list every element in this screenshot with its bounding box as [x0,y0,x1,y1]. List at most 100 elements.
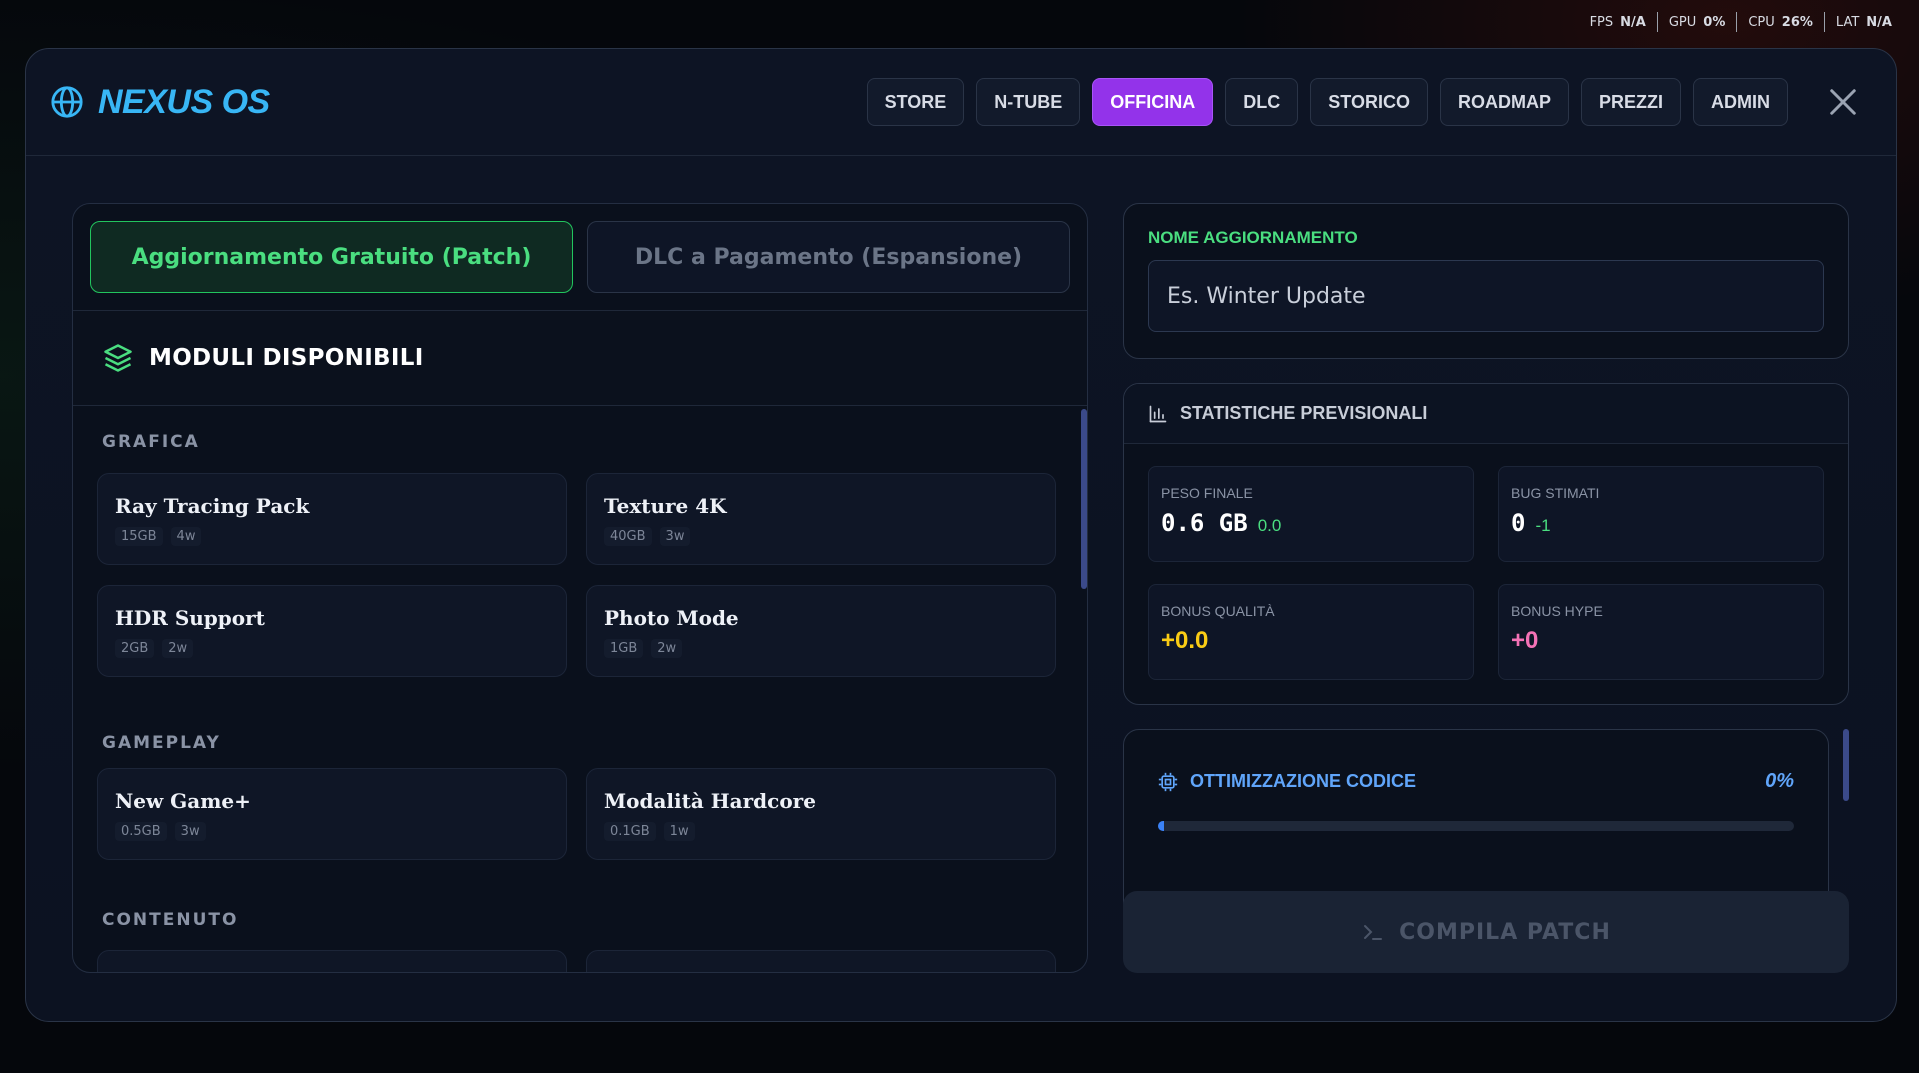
module-size: 2GB [115,639,155,658]
compile-patch-button[interactable]: COMPILA PATCH [1123,891,1849,973]
stat-value: 0 [1511,509,1526,537]
module-card[interactable]: Photo Mode 1GB 2w [586,585,1056,677]
nav-roadmap[interactable]: ROADMAP [1439,78,1569,126]
top-nav: STORE N-TUBE OFFICINA DLC STORICO ROADMA… [866,78,1788,126]
optimization-card: OTTIMIZZAZIONE CODICE 0% [1123,729,1829,915]
module-card[interactable]: Modalità Hardcore 0.1GB 1w [586,768,1056,860]
module-card[interactable]: HDR Support 2GB 2w [97,585,567,677]
module-size: 40GB [604,527,652,546]
category-title: CONTENUTO [102,910,239,930]
stat-fps: FPS N/A [1579,12,1657,32]
module-name: Texture 4K [604,494,727,518]
nav-admin[interactable]: ADMIN [1693,78,1788,126]
cpu-chip-icon [1158,772,1178,791]
module-time: 2w [162,639,194,658]
update-name-card: NOME AGGIORNAMENTO [1123,203,1849,359]
update-name-input[interactable] [1148,260,1824,332]
stat-value: 0% [1703,14,1726,30]
stat-label: LAT [1835,14,1860,30]
nav-storico[interactable]: STORICO [1310,78,1428,126]
module-card[interactable] [97,950,567,972]
module-size: 0.5GB [115,822,167,841]
scrollbar[interactable] [1843,729,1849,801]
module-time: 2w [651,639,683,658]
module-name: HDR Support [115,606,265,630]
nav-n-tube[interactable]: N-TUBE [976,78,1081,126]
nav-store[interactable]: STORE [866,78,965,126]
module-grid: Ray Tracing Pack 15GB 4w Texture 4K 40GB 3… [73,473,1087,677]
optimization-percent: 0% [1765,770,1794,792]
tab-free-patch[interactable]: Aggiornamento Gratuito (Patch) [90,221,573,293]
module-grid [73,950,1087,972]
optimization-progress-fill [1158,821,1165,831]
stat-label: CPU [1748,14,1775,30]
stat-label: FPS [1589,14,1614,30]
stat-bonus-hype: BONUS HYPE +0 [1498,584,1824,680]
stat-value: 26% [1781,14,1813,30]
stat-gpu: GPU 0% [1656,12,1737,32]
stat-label: BUG STIMATI [1511,485,1600,501]
update-type-tabs: Aggiornamento Gratuito (Patch) DLC a Pag… [73,204,1087,311]
stat-cpu: CPU 26% [1736,12,1824,32]
compile-label: COMPILA PATCH [1399,919,1611,945]
stat-label: PESO FINALE [1161,485,1253,501]
category-title: GAMEPLAY [102,733,221,753]
bar-chart-icon [1149,405,1167,422]
tab-paid-dlc[interactable]: DLC a Pagamento (Espansione) [587,221,1070,293]
stat-label: BONUS QUALITÀ [1161,603,1275,619]
module-time: 4w [170,527,202,546]
optimization-panel[interactable]: OTTIMIZZAZIONE CODICE 0% [1123,729,1849,915]
scrollbar[interactable] [1081,409,1087,589]
stat-value: N/A [1620,14,1646,30]
stat-peso-finale: PESO FINALE 0.6 GB 0.0 [1148,466,1474,562]
module-time: 3w [659,527,691,546]
module-name: Ray Tracing Pack [115,494,310,518]
module-size: 0.1GB [604,822,656,841]
module-card[interactable]: Texture 4K 40GB 3w [586,473,1056,565]
stats-title: STATISTICHE PREVISIONALI [1180,403,1428,423]
module-card[interactable] [586,950,1056,972]
nav-dlc[interactable]: DLC [1225,78,1299,126]
nav-officina[interactable]: OFFICINA [1092,78,1214,126]
module-size: 1GB [604,639,644,658]
layers-icon [104,344,132,372]
app-title: NEXUS OS [98,82,270,121]
stat-value: +0.0 [1161,627,1209,654]
stat-lat: LAT N/A [1823,12,1903,32]
module-size: 15GB [115,527,163,546]
titlebar: NEXUS OS STORE N-TUBE OFFICINA DLC STORI… [26,49,1896,156]
stats-card: STATISTICHE PREVISIONALI PESO FINALE 0.6… [1123,383,1849,705]
stat-value: 0.6 GB [1161,509,1248,537]
stat-label: BONUS HYPE [1511,603,1603,619]
modules-title: MODULI DISPONIBILI [149,345,424,371]
category-title: GRAFICA [102,432,200,452]
optimization-label: OTTIMIZZAZIONE CODICE [1190,771,1416,791]
modules-list[interactable]: GRAFICA Ray Tracing Pack 15GB 4w Texture … [73,406,1087,972]
module-name: New Game+ [115,789,251,813]
brand: NEXUS OS [50,83,270,122]
module-grid: New Game+ 0.5GB 3w Modalità Hardcore 0.1G… [73,768,1087,860]
stat-delta: 0.0 [1257,516,1282,535]
stat-delta: -1 [1535,516,1551,535]
modules-panel: Aggiornamento Gratuito (Patch) DLC a Pag… [72,203,1088,973]
optimization-progress-bar [1158,821,1794,831]
status-bar: FPS N/A GPU 0% CPU 26% LAT N/A [1579,12,1903,32]
nav-prezzi[interactable]: PREZZI [1580,78,1681,126]
terminal-icon [1364,925,1383,940]
stat-bug-stimati: BUG STIMATI 0 -1 [1498,466,1824,562]
globe-icon [51,86,83,118]
module-time: 1w [663,822,695,841]
stats-grid: PESO FINALE 0.6 GB 0.0 BUG STIMATI 0 -1 BO… [1124,444,1848,702]
module-card[interactable]: Ray Tracing Pack 15GB 4w [97,473,567,565]
stat-value: +0 [1511,627,1539,654]
module-name: Photo Mode [604,606,739,630]
module-time: 3w [174,822,206,841]
update-name-label: NOME AGGIORNAMENTO [1148,228,1358,247]
module-card[interactable]: New Game+ 0.5GB 3w [97,768,567,860]
stat-bonus-qualita: BONUS QUALITÀ +0.0 [1148,584,1474,680]
module-name: Modalità Hardcore [604,789,816,813]
stats-header: STATISTICHE PREVISIONALI [1124,384,1848,444]
stat-label: GPU [1668,14,1697,30]
modules-header: MODULI DISPONIBILI [73,311,1087,406]
close-icon[interactable] [1828,87,1858,117]
